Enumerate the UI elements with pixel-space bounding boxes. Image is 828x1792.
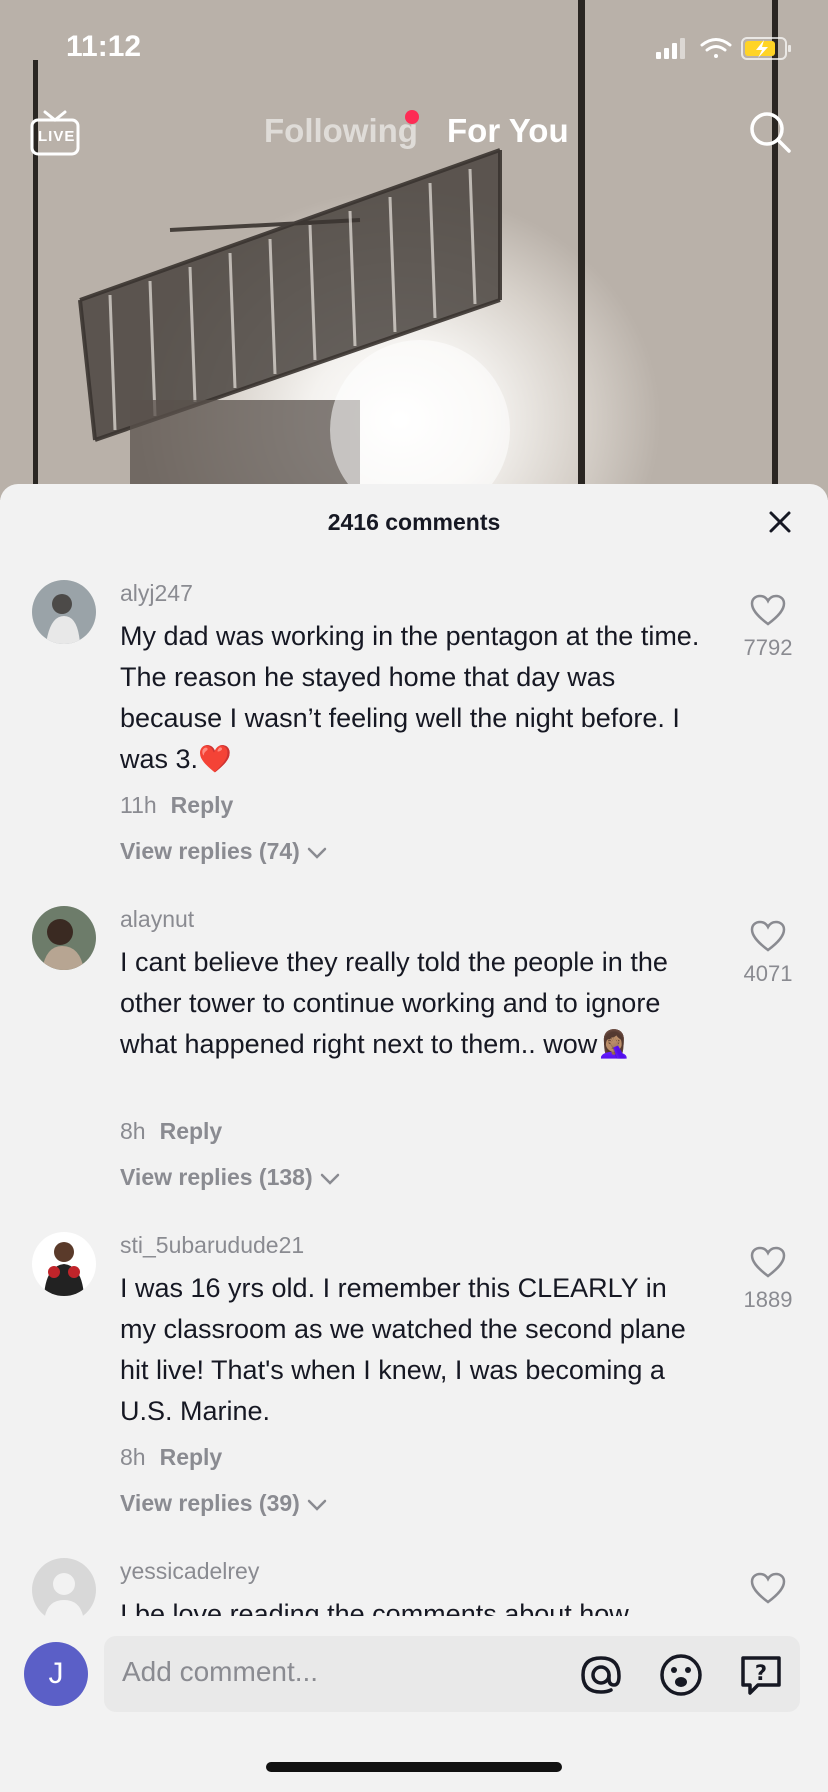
svg-text:?: ? [755,1661,767,1685]
comment-text: I be love reading the comments about how [120,1599,629,1616]
view-replies-label: View replies (39) [120,1490,300,1516]
tab-for-you[interactable]: For You [447,112,569,150]
comment-time: 8h [120,1444,146,1470]
like-count: 4071 [743,961,793,986]
video-background[interactable]: 11:12 LIVE Following For You [0,0,828,500]
avatar[interactable] [32,580,96,644]
heart-icon [750,1246,786,1278]
like-button[interactable]: 4071 [730,920,806,987]
top-navigation: LIVE Following For You [0,110,828,160]
video-scene-illustration [33,0,778,500]
comment-username[interactable]: alyj247 [120,580,193,607]
comment-meta: 11h Reply [120,792,233,819]
like-count: 1889 [743,1287,793,1312]
status-icons [656,37,791,60]
reply-button[interactable]: Reply [160,1118,223,1144]
comment-meta: 8h Reply [120,1118,222,1145]
following-notification-dot [405,110,419,124]
comment-count: 2416 comments [327,509,501,535]
comment-username[interactable]: sti_5ubarudude21 [120,1232,304,1259]
tab-following[interactable]: Following [264,112,418,150]
wifi-icon [700,38,732,58]
like-count: 7792 [743,635,793,660]
comment-text: I was 16 yrs old. I remember this CLEARL… [120,1273,686,1426]
question-sticker-icon[interactable]: ? [738,1652,784,1698]
chevron-down-icon [307,847,327,859]
avatar[interactable] [32,1232,96,1296]
battery-charging-icon [741,37,791,60]
avatar[interactable] [32,1558,96,1616]
comment-item: alyj247 My dad was working in the pentag… [0,580,828,880]
view-replies-button[interactable]: View replies (138) [120,1164,341,1191]
cellular-signal-icon [656,38,685,59]
comments-header: 2416 comments [0,484,828,560]
view-replies-button[interactable]: View replies (74) [120,838,328,865]
add-comment-input[interactable]: Add comment... ? [104,1636,800,1712]
heart-icon [750,1572,786,1604]
comment-text: I cant believe they really told the peop… [120,947,668,1059]
avatar[interactable] [32,906,96,970]
chevron-down-icon [320,1173,339,1185]
chevron-down-icon [307,1499,327,1511]
like-button[interactable]: 1889 [730,1246,806,1313]
live-label: LIVE [38,128,76,145]
reply-button[interactable]: Reply [160,1444,223,1470]
view-replies-label: View replies (74) [120,838,300,864]
search-icon[interactable] [748,110,792,154]
comments-sheet: 2416 comments alyj247 My dad was working… [0,484,828,1792]
comment-time: 8h [120,1118,146,1144]
view-replies-label: View replies (138) [120,1164,313,1190]
my-avatar[interactable]: J [24,1642,88,1706]
heart-icon [750,920,786,952]
comment-item: sti_5ubarudude21 I was 16 yrs old. I rem… [0,1232,828,1532]
mention-icon[interactable] [578,1652,624,1698]
emoji-icon[interactable] [658,1652,704,1698]
view-replies-button[interactable]: View replies (39) [120,1490,328,1517]
comment-meta: 8h Reply [120,1444,222,1471]
close-icon[interactable] [766,508,794,536]
heart-icon [750,594,786,626]
like-button[interactable]: 7792 [730,594,806,661]
like-button[interactable] [730,1572,806,1609]
home-indicator [266,1762,562,1772]
add-comment-placeholder: Add comment... [122,1656,319,1687]
comment-item: alaynut I cant believe they really told … [0,906,828,1206]
default-avatar-icon [44,1573,84,1616]
comment-item: yessicadelrey I be love reading the comm… [0,1558,828,1616]
status-time: 11:12 [66,30,142,63]
comment-text: My dad was working in the pentagon at th… [120,621,700,774]
reply-button[interactable]: Reply [171,792,234,818]
comment-username[interactable]: alaynut [120,906,194,933]
comment-time: 11h [120,792,157,818]
comment-username[interactable]: yessicadelrey [120,1558,259,1585]
